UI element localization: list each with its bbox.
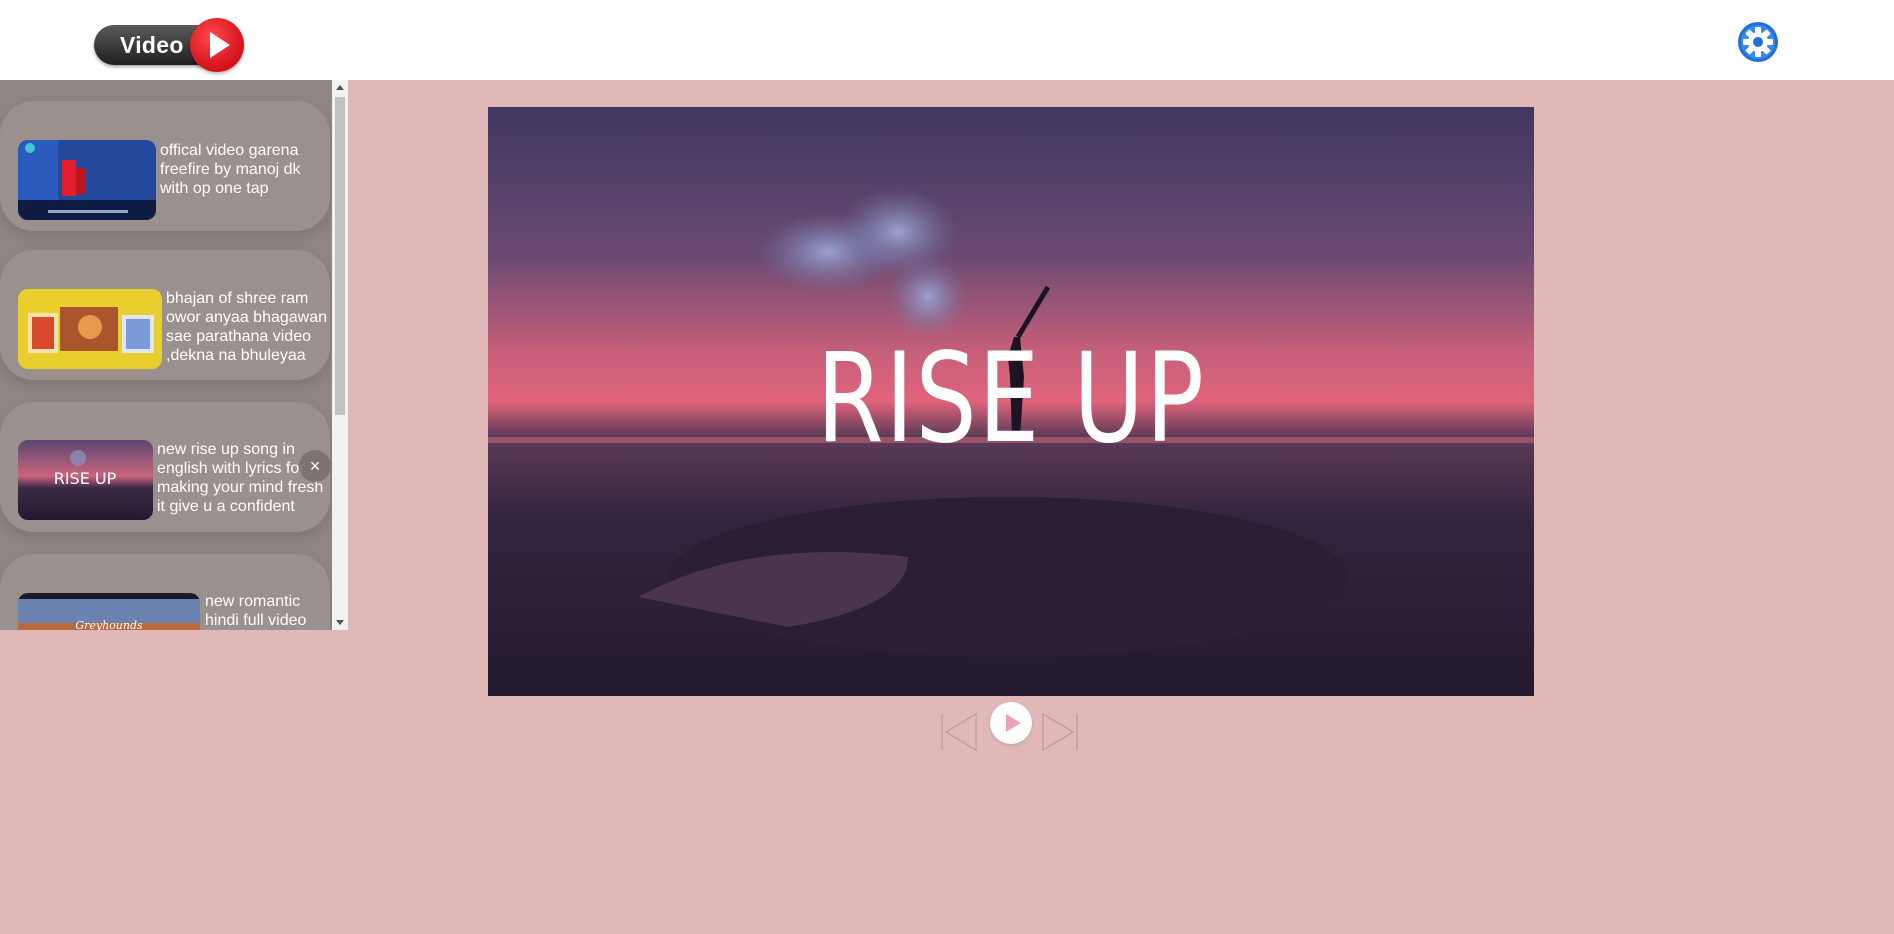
playlist-item[interactable]: bhajan of shree ram owor anyaa bhagawan … <box>0 250 330 380</box>
playlist-item-title: offical video garena freefire by manoj d… <box>160 142 301 197</box>
logo-text: Video <box>120 32 184 58</box>
playlist-item[interactable]: Greyhounds new romantic hindi full video <box>0 554 330 630</box>
next-button[interactable] <box>1041 712 1081 752</box>
gameplay-thumbnail <box>18 140 156 220</box>
skip-next-icon <box>1042 712 1078 752</box>
gear-icon <box>1738 22 1778 62</box>
player-controls <box>938 702 1083 752</box>
video-player[interactable]: RISE UP <box>488 107 1534 696</box>
playlist-list: offical video garena freefire by manoj d… <box>0 80 332 630</box>
skip-previous-icon <box>941 712 977 752</box>
settings-button[interactable] <box>1737 21 1779 63</box>
playlist-item-title: new romantic hindi full video <box>205 593 307 629</box>
desert-thumbnail: Greyhounds <box>18 593 200 630</box>
playlist-item-title: new rise up song in english with lyrics … <box>157 441 324 515</box>
devotional-thumbnail <box>18 289 162 369</box>
playlist-item[interactable]: RISE UP new rise up song in english with… <box>0 402 330 532</box>
close-playlist-button[interactable]: × <box>299 450 331 482</box>
play-icon <box>190 18 244 72</box>
rise-up-thumbnail: RISE UP <box>18 440 153 520</box>
previous-button[interactable] <box>938 712 978 752</box>
thumb-text: Greyhounds <box>75 619 143 630</box>
playlist-item[interactable]: offical video garena freefire by manoj d… <box>0 101 330 231</box>
playlist-sidebar: offical video garena freefire by manoj d… <box>0 80 348 630</box>
play-button[interactable] <box>990 702 1032 744</box>
playlist-item-title: bhajan of shree ram owor anyaa bhagawan … <box>166 290 328 364</box>
playlist-scrollbar[interactable] <box>332 80 348 630</box>
video-title-overlay: RISE UP <box>816 327 1206 471</box>
scroll-down-arrow-icon[interactable] <box>332 614 348 630</box>
thumb-text: RISE UP <box>54 469 117 488</box>
scrollbar-thumb[interactable] <box>335 97 345 415</box>
scroll-up-arrow-icon[interactable] <box>332 80 348 96</box>
top-header: Video <box>0 0 1894 80</box>
video-logo[interactable]: Video <box>94 18 246 72</box>
